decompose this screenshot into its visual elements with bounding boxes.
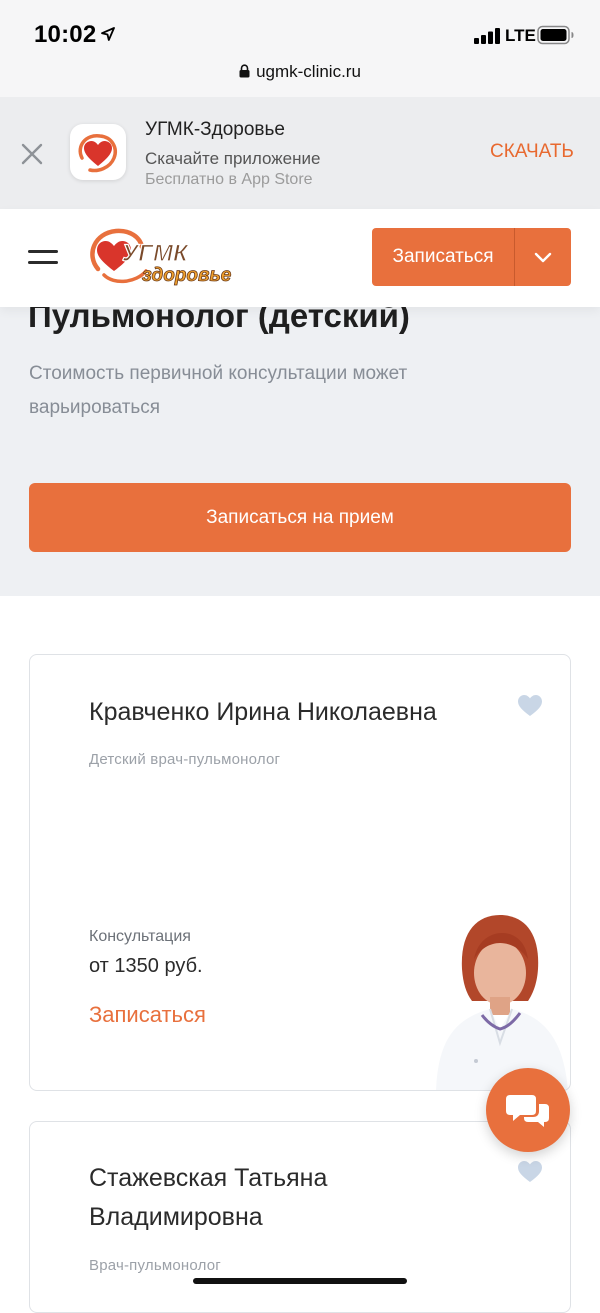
heart-icon[interactable] bbox=[517, 694, 543, 718]
status-time: 10:02 bbox=[34, 21, 97, 48]
ugmk-logo-icon: УГМК здоровье bbox=[90, 228, 232, 286]
consultation-price: от 1350 руб. bbox=[89, 955, 203, 977]
doctor-card[interactable]: Кравченко Ирина Николаевна Детский врач-… bbox=[29, 654, 571, 1091]
lock-icon bbox=[239, 64, 250, 78]
address-bar[interactable]: ugmk-clinic.ru bbox=[0, 62, 600, 82]
doctor-name[interactable]: Кравченко Ирина Николаевна bbox=[89, 692, 437, 732]
consultation-label: Консультация bbox=[89, 928, 191, 945]
home-indicator bbox=[193, 1278, 407, 1284]
header-book-label: Записаться bbox=[392, 246, 494, 267]
chat-bubbles-icon bbox=[506, 1095, 549, 1127]
header-book-button[interactable]: Записаться bbox=[372, 228, 571, 286]
chat-button[interactable] bbox=[486, 1068, 570, 1152]
network-type: LTE bbox=[505, 26, 536, 45]
battery-icon bbox=[537, 25, 574, 45]
doctor-specialty: Врач-пульмонолог bbox=[89, 1257, 221, 1274]
hero-section: Пульмонолог (детский) Стоимость первично… bbox=[0, 307, 600, 596]
hamburger-icon[interactable] bbox=[28, 247, 58, 267]
book-appointment-button[interactable]: Записаться на прием bbox=[29, 483, 571, 552]
app-subtitle: Скачайте приложение bbox=[145, 149, 321, 168]
browser-chrome bbox=[0, 0, 600, 98]
cellular-signal-icon bbox=[474, 28, 500, 44]
doctor-name-line-2[interactable]: Владимировна bbox=[89, 1197, 263, 1237]
page-title: Пульмонолог (детский) bbox=[28, 307, 410, 334]
logo-text-top: УГМК bbox=[122, 240, 190, 267]
doctor-photo bbox=[436, 915, 568, 1090]
doctor-name-line-1[interactable]: Стажевская Татьяна bbox=[89, 1158, 327, 1198]
cost-note: Стоимость первичной консультации может в… bbox=[29, 363, 408, 418]
heart-logo-icon bbox=[78, 134, 117, 173]
url-text: ugmk-clinic.ru bbox=[256, 62, 361, 81]
download-app-button[interactable]: СКАЧАТЬ bbox=[490, 141, 574, 163]
chevron-down-icon bbox=[534, 252, 552, 263]
heart-icon[interactable] bbox=[517, 1160, 543, 1184]
doctor-book-link[interactable]: Записаться bbox=[89, 1002, 206, 1028]
app-store-text: Бесплатно в App Store bbox=[145, 171, 313, 188]
logo-text-bottom: здоровье bbox=[142, 265, 232, 286]
site-logo[interactable]: УГМК здоровье bbox=[84, 225, 256, 287]
location-arrow-icon bbox=[101, 27, 115, 41]
doctor-card[interactable]: Стажевская Татьяна Владимировна Врач-пул… bbox=[29, 1121, 571, 1313]
doctor-specialty: Детский врач-пульмонолог bbox=[89, 751, 281, 768]
close-icon[interactable] bbox=[20, 142, 44, 166]
app-name: УГМК-Здоровье bbox=[145, 119, 285, 140]
header-dropdown-toggle[interactable] bbox=[515, 228, 571, 286]
app-icon bbox=[70, 124, 126, 180]
